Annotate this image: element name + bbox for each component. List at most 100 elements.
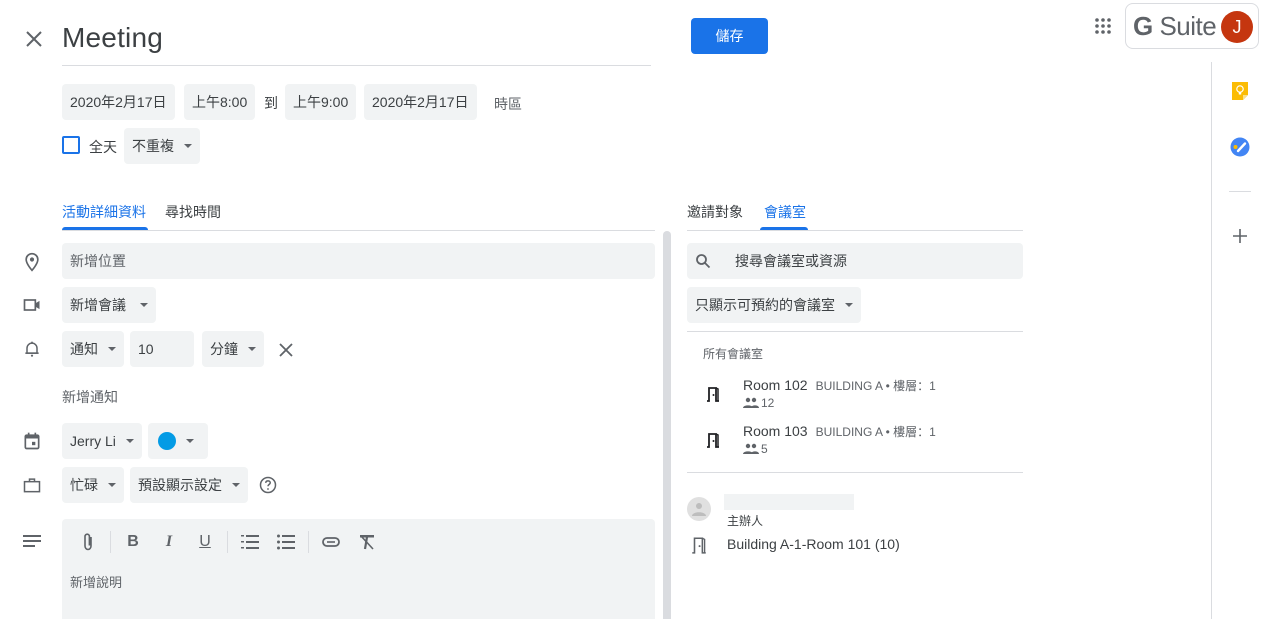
video-camera-icon	[20, 293, 44, 317]
chevron-down-icon	[184, 144, 192, 148]
underline-icon: U	[199, 533, 211, 550]
room-header: Room 103 BUILDING A • 樓層：1	[743, 423, 936, 440]
visibility-value: 預設顯示設定	[138, 477, 222, 493]
room-capacity: 12	[743, 396, 774, 410]
italic-button[interactable]: I	[157, 530, 181, 554]
toolbar-separator	[227, 531, 228, 553]
chevron-down-icon	[232, 483, 240, 487]
event-title-input[interactable]: Meeting	[62, 22, 163, 54]
editor-toolbar: B I U	[62, 519, 655, 565]
attach-button[interactable]	[76, 530, 100, 554]
link-button[interactable]	[319, 530, 343, 554]
chevron-down-icon	[186, 439, 194, 443]
tab-rooms[interactable]: 會議室	[764, 202, 806, 222]
tab-event-details[interactable]: 活動詳細資料	[62, 202, 146, 222]
location-icon	[20, 250, 44, 274]
people-icon	[743, 443, 759, 454]
room-search-input[interactable]: 搜尋會議室或資源	[687, 243, 1023, 279]
apps-button[interactable]	[1091, 14, 1115, 38]
remove-formatting-icon	[360, 535, 374, 550]
save-button[interactable]: 儲存	[691, 18, 768, 54]
paperclip-icon	[84, 533, 92, 551]
notification-amount-input[interactable]: 10	[130, 331, 194, 367]
room-capacity-value: 12	[761, 396, 775, 410]
room-search-placeholder: 搜尋會議室或資源	[735, 253, 847, 269]
organizer-avatar	[687, 497, 711, 521]
calendar-icon	[20, 429, 44, 453]
keep-button[interactable]	[1229, 80, 1251, 102]
chevron-down-icon	[108, 483, 116, 487]
room-list-item[interactable]: Room 102 BUILDING A • 樓層：1 12	[687, 372, 1023, 416]
help-button[interactable]	[257, 474, 279, 496]
availability-dropdown[interactable]: 忙碌	[62, 467, 124, 503]
bold-icon: B	[127, 533, 139, 550]
door-icon	[703, 430, 723, 450]
repeat-dropdown[interactable]: 不重複	[124, 128, 200, 164]
chevron-down-icon	[108, 347, 116, 351]
calendar-owner-dropdown[interactable]: Jerry Li	[62, 423, 142, 459]
add-conference-dropdown[interactable]: 新增會議	[62, 287, 156, 323]
availability-value: 忙碌	[70, 477, 98, 493]
event-color-dropdown[interactable]	[148, 423, 208, 459]
tabs-divider	[687, 230, 1023, 231]
door-icon	[688, 534, 710, 556]
rooms-divider	[687, 331, 1023, 332]
room-list-item[interactable]: Room 103 BUILDING A • 樓層：1 5	[687, 418, 1023, 462]
numbered-list-icon	[241, 535, 259, 549]
people-icon	[743, 397, 759, 408]
repeat-value: 不重複	[132, 138, 174, 154]
organizer-label: 主辦人	[727, 514, 764, 528]
all-day-label: 全天	[89, 139, 117, 155]
location-input[interactable]: 新增位置	[62, 243, 655, 279]
chevron-down-icon	[845, 303, 853, 307]
end-time-button[interactable]: 上午9:00	[285, 84, 357, 120]
room-filter-dropdown[interactable]: 只顯示可預約的會議室	[687, 287, 861, 323]
briefcase-icon	[20, 473, 44, 497]
close-icon	[279, 343, 293, 357]
door-icon	[703, 384, 723, 404]
add-conference-label: 新增會議	[70, 297, 126, 313]
room-meta: BUILDING A • 樓層：1	[815, 379, 936, 393]
all-day-checkbox[interactable]	[62, 136, 80, 154]
room-capacity: 5	[743, 442, 768, 456]
italic-icon: I	[165, 533, 173, 550]
link-icon	[322, 537, 340, 547]
numbered-list-button[interactable]	[238, 530, 262, 554]
tasks-button[interactable]	[1229, 136, 1251, 158]
remove-formatting-button[interactable]	[355, 530, 379, 554]
bulleted-list-button[interactable]	[274, 530, 298, 554]
bulleted-list-icon	[277, 534, 295, 550]
underline-button[interactable]: U	[193, 530, 217, 554]
booked-room: Building A-1-Room 101 (10)	[727, 536, 900, 552]
start-time-button[interactable]: 上午8:00	[184, 84, 256, 120]
notification-type-value: 通知	[70, 341, 98, 357]
gsuite-logo: G Suite	[1133, 11, 1217, 42]
room-name: Room 102	[743, 377, 808, 393]
description-icon	[20, 529, 44, 553]
remove-notification-button[interactable]	[276, 340, 296, 360]
tab-guests[interactable]: 邀請對象	[687, 202, 743, 222]
keep-icon	[1232, 82, 1248, 100]
room-meta: BUILDING A • 樓層：1	[815, 425, 936, 439]
notification-unit-dropdown[interactable]: 分鐘	[202, 331, 264, 367]
room-header: Room 102 BUILDING A • 樓層：1	[743, 377, 936, 394]
add-notification-button[interactable]: 新增通知	[62, 387, 118, 407]
bold-button[interactable]: B	[121, 530, 145, 554]
notification-type-dropdown[interactable]: 通知	[62, 331, 124, 367]
calendar-owner-value: Jerry Li	[70, 433, 116, 449]
scrollbar[interactable]	[663, 231, 671, 619]
notification-unit-value: 分鐘	[210, 341, 238, 357]
help-icon	[259, 476, 277, 494]
tabs-divider	[62, 230, 655, 231]
visibility-dropdown[interactable]: 預設顯示設定	[130, 467, 248, 503]
tab-find-time[interactable]: 尋找時間	[165, 202, 221, 222]
end-date-button[interactable]: 2020年2月17日	[364, 84, 477, 120]
add-addon-button[interactable]	[1229, 225, 1251, 247]
start-date-button[interactable]: 2020年2月17日	[62, 84, 175, 120]
close-button[interactable]	[22, 27, 46, 51]
account-avatar[interactable]: J	[1221, 11, 1253, 43]
room-capacity-value: 5	[761, 442, 768, 456]
timezone-button[interactable]: 時區	[494, 94, 522, 114]
color-swatch	[158, 432, 176, 450]
close-icon	[26, 31, 42, 47]
